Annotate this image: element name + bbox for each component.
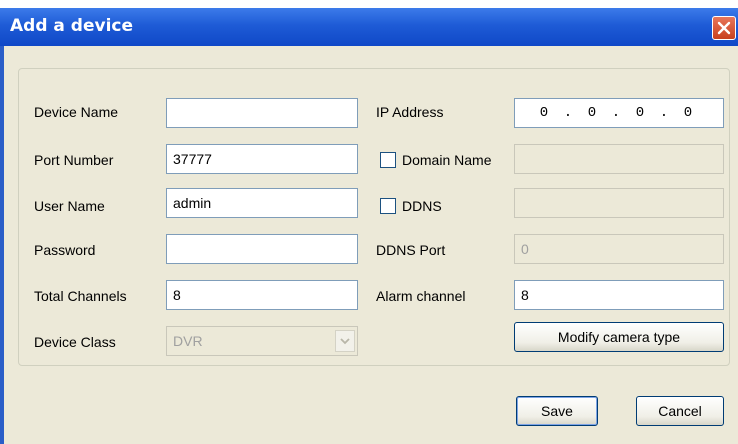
password-label: Password: [34, 242, 96, 258]
password-input[interactable]: [166, 234, 358, 264]
device-class-value: DVR: [173, 333, 203, 349]
window-title: Add a device: [10, 16, 134, 36]
total-channels-label: Total Channels: [34, 288, 127, 304]
device-name-input[interactable]: [166, 98, 358, 128]
port-number-label: Port Number: [34, 152, 114, 168]
user-name-input[interactable]: admin: [166, 188, 358, 218]
ip-octet-4[interactable]: 0: [677, 99, 699, 127]
user-name-label: User Name: [34, 198, 105, 214]
port-number-input[interactable]: 37777: [166, 144, 358, 174]
ip-octet-1[interactable]: 0: [533, 99, 555, 127]
ddns-port-input: 0: [514, 234, 724, 264]
ip-octet-3[interactable]: 0: [629, 99, 651, 127]
domain-name-checkbox[interactable]: [380, 152, 396, 168]
add-device-dialog: Add a device Device Name Port Number 377…: [0, 8, 738, 444]
cancel-button[interactable]: Cancel: [636, 396, 724, 426]
close-icon: [717, 21, 731, 35]
device-class-select[interactable]: DVR: [166, 326, 358, 356]
ip-separator: .: [659, 105, 669, 121]
domain-name-input: [514, 144, 724, 174]
ip-separator: .: [563, 105, 573, 121]
ddns-input: [514, 188, 724, 218]
ddns-port-label: DDNS Port: [376, 242, 446, 258]
total-channels-input[interactable]: 8: [166, 280, 358, 310]
modify-camera-type-button[interactable]: Modify camera type: [514, 322, 724, 352]
ip-separator: .: [611, 105, 621, 121]
save-button[interactable]: Save: [516, 396, 598, 426]
dropdown-button[interactable]: [335, 330, 355, 352]
ddns-label: DDNS: [402, 198, 442, 214]
ip-octet-2[interactable]: 0: [581, 99, 603, 127]
ip-address-input[interactable]: 0 . 0 . 0 . 0: [514, 98, 724, 128]
device-class-label: Device Class: [34, 334, 116, 350]
close-button[interactable]: [712, 16, 736, 40]
alarm-channel-label: Alarm channel: [376, 288, 466, 304]
title-bar[interactable]: Add a device: [0, 8, 738, 46]
chevron-down-icon: [340, 338, 350, 345]
ddns-checkbox[interactable]: [380, 198, 396, 214]
dialog-body: Device Name Port Number 37777 User Name …: [4, 46, 738, 444]
ip-address-label: IP Address: [376, 104, 444, 120]
domain-name-label: Domain Name: [402, 152, 492, 168]
alarm-channel-input[interactable]: 8: [514, 280, 724, 310]
device-name-label: Device Name: [34, 104, 119, 120]
